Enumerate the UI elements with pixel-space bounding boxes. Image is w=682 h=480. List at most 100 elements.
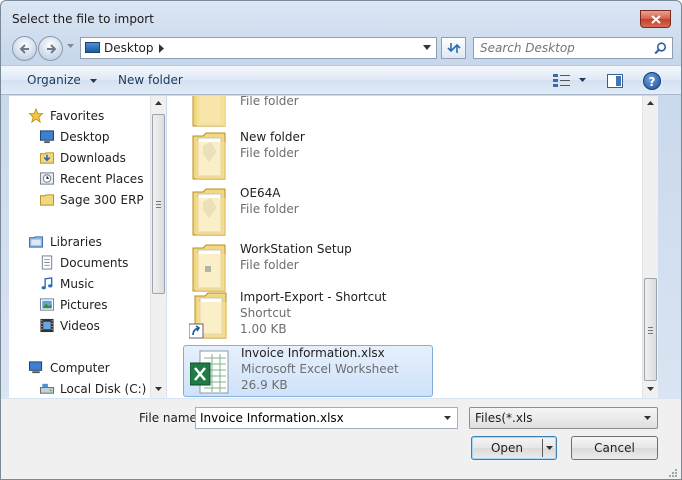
scroll-up-arrow-icon [647, 101, 654, 105]
scroll-down-button[interactable] [151, 382, 166, 398]
nav-item-downloads[interactable]: Downloads [9, 148, 150, 168]
back-button[interactable] [12, 36, 37, 61]
file-name-chevron-down-icon[interactable] [444, 416, 451, 420]
search-icon[interactable] [654, 42, 667, 55]
nav-item-desktop[interactable]: Desktop [9, 127, 150, 147]
music-icon [41, 277, 53, 290]
nav-label: Videos [60, 319, 100, 333]
folder-shortcut-icon [189, 292, 227, 339]
downloads-folder-icon [39, 152, 55, 164]
scroll-down-arrow-icon [647, 387, 654, 391]
forward-arrow-icon [47, 44, 57, 54]
local-disk-icon [39, 383, 55, 394]
excel-file-icon [190, 350, 229, 394]
list-item-folder[interactable]: New folder File folder [183, 130, 433, 182]
file-list-scrollbar[interactable] [642, 96, 658, 398]
preview-pane-button[interactable] [607, 74, 623, 88]
nav-item-local-disk-c[interactable]: Local Disk (C:) [9, 379, 150, 399]
file-size: 26.9 KB [241, 378, 288, 392]
scroll-down-button[interactable] [643, 382, 658, 398]
back-arrow-icon [19, 44, 29, 54]
pictures-icon [39, 298, 55, 311]
file-type: File folder [240, 146, 299, 160]
nav-label: Favorites [50, 109, 105, 123]
command-bar: Organize New folder ? [1, 65, 681, 95]
list-item-folder[interactable]: File folder [183, 96, 433, 130]
file-type: Microsoft Excel Worksheet [241, 362, 399, 376]
refresh-icon [447, 43, 461, 53]
file-name: WorkStation Setup [240, 242, 352, 256]
nav-item-recent-places[interactable]: Recent Places [9, 169, 150, 189]
resize-grip-icon[interactable] [668, 468, 678, 478]
recent-pages-chevron-down-icon[interactable] [67, 44, 74, 49]
scroll-down-arrow-icon [155, 387, 162, 391]
scroll-up-button[interactable] [151, 96, 166, 112]
scroll-up-button[interactable] [643, 96, 658, 112]
breadcrumb-chevron-right-icon[interactable] [159, 44, 164, 53]
nav-label: Libraries [50, 235, 102, 249]
file-type-select[interactable]: Files(*.xls [469, 407, 658, 429]
nav-item-libraries[interactable]: Libraries [9, 232, 150, 252]
nav-label: Computer [50, 361, 110, 375]
view-options-chevron-down-icon[interactable] [579, 78, 586, 82]
file-type: Shortcut [240, 306, 292, 320]
footer-panel: File name: Files(*.xls Open Cancel [1, 399, 681, 479]
breadcrumb-desktop[interactable]: Desktop [104, 41, 154, 55]
videos-icon [40, 318, 54, 333]
file-type: File folder [240, 258, 299, 272]
folder-icon [192, 96, 226, 127]
nav-item-sage-300-erp[interactable]: Sage 300 ERP [9, 190, 150, 210]
folder-icon [39, 194, 55, 206]
list-item-folder[interactable]: OE64A File folder [183, 186, 433, 238]
nav-item-music[interactable]: Music [9, 274, 150, 294]
file-name-input[interactable] [200, 411, 436, 425]
file-name: Invoice Information.xlsx [241, 346, 385, 360]
file-size: 1.00 KB [240, 322, 287, 336]
search-box[interactable] [473, 37, 673, 59]
nav-label: Documents [60, 256, 129, 270]
organize-button[interactable]: Organize [27, 73, 97, 87]
file-name: New folder [240, 130, 305, 144]
nav-label: Pictures [60, 298, 108, 312]
nav-label: Recent Places [60, 172, 144, 186]
close-icon [651, 15, 661, 24]
nav-item-favorites[interactable]: Favorites [9, 106, 150, 126]
cancel-button[interactable]: Cancel [571, 436, 658, 460]
search-input[interactable] [480, 40, 650, 56]
nav-item-videos[interactable]: Videos [9, 316, 150, 336]
file-type-chevron-down-icon [644, 416, 651, 420]
scroll-thumb[interactable] [644, 278, 657, 381]
open-options-chevron-down-icon[interactable] [546, 446, 553, 450]
scroll-up-arrow-icon [155, 101, 162, 105]
change-view-icon[interactable] [553, 74, 571, 88]
address-row: Desktop [1, 33, 681, 63]
close-button[interactable] [640, 10, 671, 28]
forward-button[interactable] [38, 36, 63, 61]
list-item-excel-file-selected[interactable]: Invoice Information.xlsx Microsoft Excel… [183, 345, 433, 397]
nav-label: Desktop [60, 130, 110, 144]
nav-item-computer[interactable]: Computer [9, 358, 150, 378]
file-type-value: Files(*.xls [475, 411, 533, 425]
navigation-pane: Favorites Desktop Downloads Recent Place… [9, 96, 166, 398]
refresh-button[interactable] [441, 37, 466, 59]
file-open-dialog: Select the file to import Desktop Search… [0, 0, 682, 480]
help-button[interactable]: ? [643, 72, 661, 90]
address-bar[interactable]: Desktop [80, 37, 437, 59]
file-type: File folder [240, 202, 299, 216]
navigation-scrollbar[interactable] [150, 96, 166, 398]
nav-item-pictures[interactable]: Pictures [9, 295, 150, 315]
file-name-combobox[interactable] [195, 407, 458, 429]
address-chevron-down-icon[interactable] [423, 45, 431, 50]
scroll-thumb[interactable] [152, 114, 165, 294]
file-name: Import-Export - Shortcut [240, 290, 387, 304]
nav-label: Downloads [60, 151, 126, 165]
new-folder-button[interactable]: New folder [118, 73, 183, 87]
window-title: Select the file to import [12, 12, 154, 26]
list-item-shortcut[interactable]: Import-Export - Shortcut Shortcut 1.00 K… [183, 290, 433, 342]
organize-chevron-down-icon [89, 78, 97, 83]
nav-item-documents[interactable]: Documents [9, 253, 150, 273]
nav-label: Music [60, 277, 95, 291]
open-split-divider [542, 439, 543, 457]
open-button[interactable]: Open [471, 436, 557, 460]
list-item-folder[interactable]: WorkStation Setup File folder [183, 242, 433, 294]
